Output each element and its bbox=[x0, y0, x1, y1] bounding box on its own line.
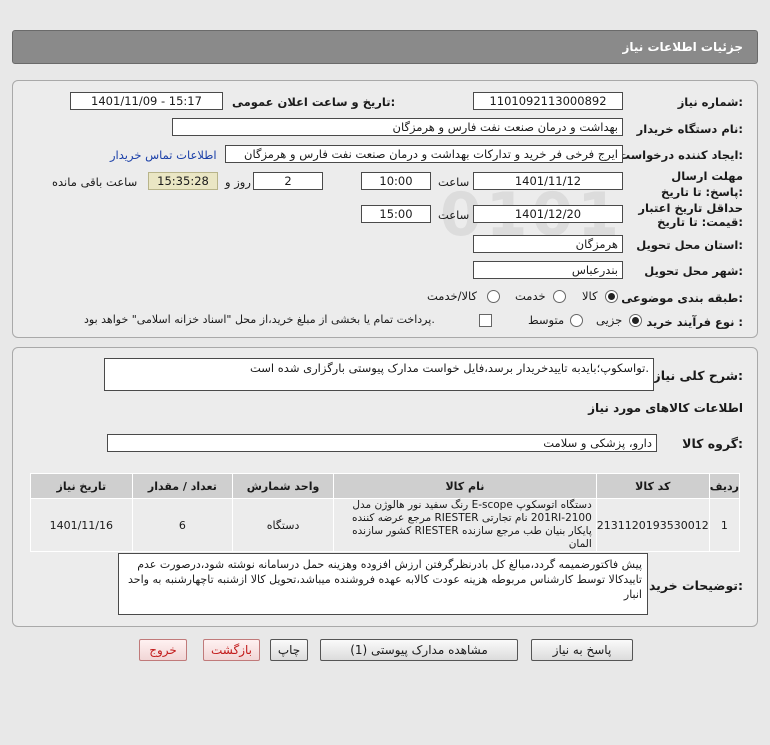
process-radio-medium[interactable] bbox=[570, 314, 583, 327]
category-radio-service[interactable] bbox=[553, 290, 566, 303]
category-radio-goods[interactable] bbox=[605, 290, 618, 303]
col-date: تاریخ نیاز bbox=[30, 473, 133, 499]
cell-unit: دستگاه bbox=[232, 498, 334, 552]
goods-table-header: ردیف کد کالا نام کالا واحد شمارش تعداد /… bbox=[30, 473, 741, 499]
buyer-notes-field: پیش فاکتورضمیمه گردد،مبالغ کل بادرنظرگرف… bbox=[118, 553, 648, 615]
creator-field: ایرج فرخی فر خرید و تدارکات بهداشت و درم… bbox=[225, 145, 623, 163]
validity-time-label: ساعت bbox=[438, 208, 470, 222]
cell-row: 1 bbox=[708, 498, 741, 552]
col-qty: تعداد / مقدار bbox=[131, 473, 234, 499]
process-option-minor: جزیی bbox=[596, 313, 623, 327]
col-unit: واحد شمارش bbox=[232, 473, 334, 499]
category-label: طبقه بندی موضوعی: bbox=[621, 291, 743, 305]
cell-code: 2131120193530012 bbox=[595, 498, 710, 552]
category-radio-goods-service[interactable] bbox=[487, 290, 500, 303]
goods-table: ردیف کد کالا نام کالا واحد شمارش تعداد /… bbox=[30, 473, 741, 552]
summary-label: شرح کلی نیاز: bbox=[653, 368, 744, 383]
col-row: ردیف bbox=[708, 473, 741, 499]
reply-button[interactable]: پاسخ به نیاز bbox=[531, 639, 633, 661]
cell-name: دستگاه اتوسکوپ E-scope رنگ سفید نور هالو… bbox=[332, 498, 597, 552]
announce-date-field: 1401/11/09 - 15:17 bbox=[70, 92, 223, 110]
days-remaining-field: 2 bbox=[253, 172, 323, 190]
goods-group-label: گروه کالا: bbox=[682, 436, 743, 451]
page-header: جزئیات اطلاعات نیاز bbox=[12, 30, 758, 64]
treasury-payment-checkbox[interactable] bbox=[479, 314, 492, 327]
cell-date: 1401/11/16 bbox=[30, 498, 133, 552]
col-code: کد کالا bbox=[595, 473, 710, 499]
validity-date-field: 1401/12/20 bbox=[473, 205, 623, 223]
city-field: بندرعباس bbox=[473, 261, 623, 279]
buyer-contact-link[interactable]: اطلاعات تماس خریدار bbox=[110, 147, 217, 163]
deadline-date-field: 1401/11/12 bbox=[473, 172, 623, 190]
treasury-payment-note: پرداخت تمام یا بخشی از مبلغ خرید،از محل … bbox=[84, 313, 435, 326]
deadline-label: مهلت ارسال پاسخ: تا تاریخ: bbox=[661, 169, 743, 199]
summary-field: تواسکوپ؛بایدبه تاییدخریدار برسد،فایل خوا… bbox=[104, 358, 654, 391]
category-option-service: خدمت bbox=[515, 289, 546, 303]
announce-date-label: تاریخ و ساعت اعلان عمومی: bbox=[232, 95, 396, 109]
province-label: استان محل تحویل: bbox=[636, 238, 743, 252]
city-label: شهر محل تحویل: bbox=[644, 264, 743, 278]
category-option-goods-service: کالا/خدمت bbox=[427, 289, 478, 303]
remaining-label: ساعت باقی مانده bbox=[52, 175, 138, 189]
buyer-field: بهداشت و درمان صنعت نفت فارس و هرمزگان bbox=[172, 118, 623, 136]
category-option-goods: کالا bbox=[582, 289, 598, 303]
buyer-notes-label: توضیحات خریدار: bbox=[637, 578, 743, 593]
back-button[interactable]: بازگشت bbox=[203, 639, 260, 661]
days-label: روز و bbox=[225, 175, 251, 189]
need-number-label: شماره نیاز: bbox=[677, 95, 743, 109]
cell-qty: 6 bbox=[131, 498, 234, 552]
need-number-field: 1101092113000892 bbox=[473, 92, 623, 110]
deadline-time-label: ساعت bbox=[438, 175, 470, 189]
col-name: نام کالا bbox=[332, 473, 597, 499]
table-row[interactable]: 1 2131120193530012 دستگاه اتوسکوپ E-scop… bbox=[30, 498, 741, 552]
process-radio-minor[interactable] bbox=[629, 314, 642, 327]
validity-time-field: 15:00 bbox=[361, 205, 431, 223]
remaining-time-field: 15:35:28 bbox=[148, 172, 218, 190]
view-attachments-button[interactable]: مشاهده مدارک پیوستی (1) bbox=[320, 639, 518, 661]
goods-section-title: اطلاعات کالاهای مورد نیاز bbox=[588, 401, 743, 415]
process-option-medium: متوسط bbox=[528, 313, 565, 327]
process-label: نوع فرآیند خرید : bbox=[646, 315, 743, 329]
print-button[interactable]: چاپ bbox=[270, 639, 308, 661]
buyer-label: نام دستگاه خریدار: bbox=[636, 122, 743, 136]
deadline-time-field: 10:00 bbox=[361, 172, 431, 190]
province-field: هرمزگان bbox=[473, 235, 623, 253]
goods-group-field: دارو، پزشکی و سلامت bbox=[107, 434, 657, 452]
exit-button[interactable]: خروج bbox=[139, 639, 187, 661]
page-title: جزئیات اطلاعات نیاز bbox=[622, 40, 743, 54]
creator-label: ایجاد کننده درخواست: bbox=[618, 148, 743, 162]
validity-label-2: قیمت: تا تاریخ: bbox=[657, 215, 743, 229]
